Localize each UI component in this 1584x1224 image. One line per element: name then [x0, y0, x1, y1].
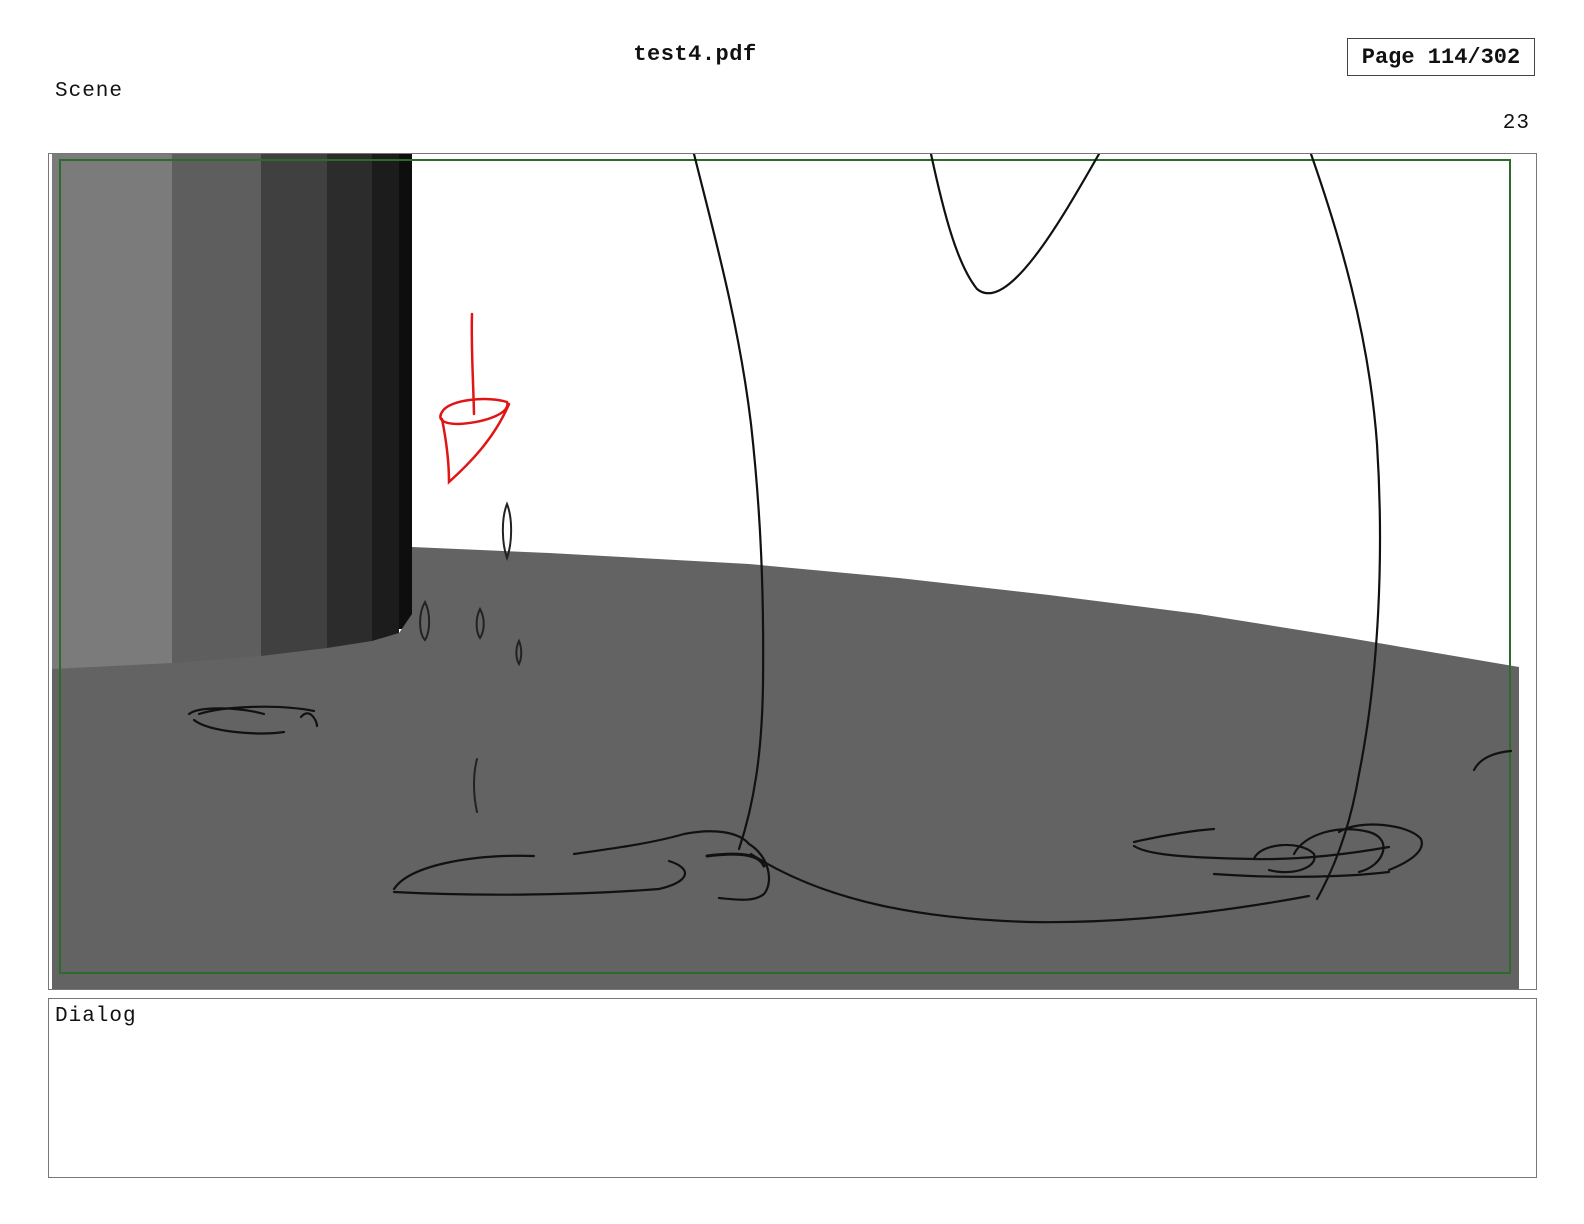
- pillar-stripe: [261, 154, 327, 664]
- storyboard-panel: [48, 153, 1537, 990]
- pillar-stripe: [372, 154, 399, 644]
- pillar-stripe: [327, 154, 372, 654]
- page-indicator: Page 114/302: [1347, 38, 1535, 76]
- document-title: test4.pdf: [633, 42, 757, 67]
- pillar-stripe: [172, 154, 261, 674]
- scene-label: Scene: [55, 80, 124, 103]
- pillar-stripe: [399, 154, 412, 629]
- panel-artwork: [49, 154, 1536, 989]
- dialog-box: Dialog: [48, 998, 1537, 1178]
- dialog-label: Dialog: [55, 1005, 137, 1028]
- pillar-shape: [52, 154, 412, 674]
- pillar-stripe: [52, 154, 172, 674]
- panel-number: 23: [1502, 112, 1530, 135]
